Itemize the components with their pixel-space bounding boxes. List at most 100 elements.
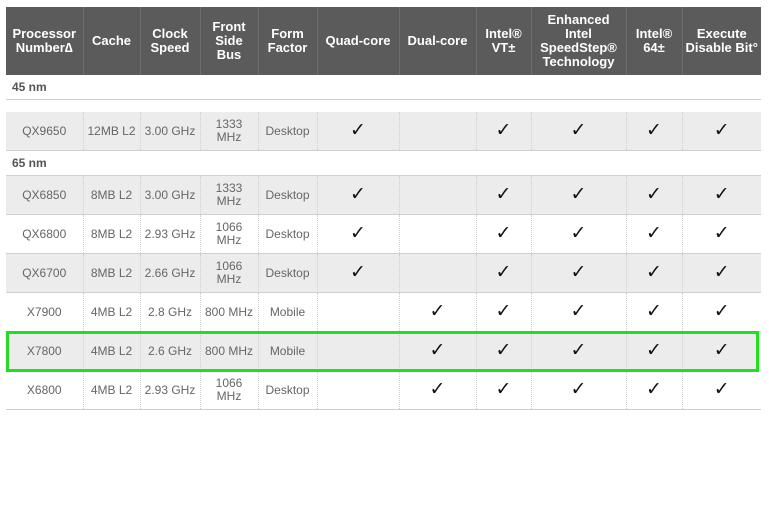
checkmark-icon: ✓ (713, 118, 730, 141)
checkmark-icon: ✓ (713, 260, 730, 283)
clock-speed-cell: 2.93 GHz (140, 214, 201, 254)
intel64-cell: ✓ (626, 370, 683, 410)
clock-speed-cell: 2.8 GHz (140, 292, 201, 332)
cache-cell: 8MB L2 (83, 175, 141, 215)
xd-cell: ✓ (682, 214, 761, 254)
cache-cell: 8MB L2 (83, 253, 141, 293)
form-factor-cell: Desktop (258, 370, 318, 410)
column-header-dual-core: Dual-core (399, 7, 477, 75)
processor-number-cell: QX9650 (6, 112, 84, 151)
xd-cell: ✓ (682, 370, 761, 410)
xd-cell: ✓ (682, 253, 761, 293)
speedstep-cell: ✓ (531, 292, 627, 332)
checkmark-icon: ✓ (495, 299, 512, 322)
checkmark-icon: ✓ (713, 221, 730, 244)
column-header-form-factor: Form Factor (258, 7, 318, 75)
form-factor-cell: Desktop (258, 175, 318, 215)
vt-cell: ✓ (476, 253, 532, 293)
speedstep-cell: ✓ (531, 112, 627, 151)
checkmark-icon: ✓ (570, 299, 587, 322)
fsb-cell: 800 MHz (200, 331, 259, 371)
checkmark-icon: ✓ (350, 221, 366, 244)
column-header-processor-number: Processor Number∆ (6, 7, 84, 75)
intel64-cell: ✓ (626, 253, 683, 293)
dual-core-cell: ✓ (399, 331, 477, 371)
dual-core-cell: ✓ (399, 370, 477, 410)
xd-cell: ✓ (682, 331, 761, 371)
header-row: Processor Number∆ Cache Clock Speed Front S… (6, 7, 761, 75)
checkmark-icon: ✓ (570, 221, 587, 244)
quad-core-cell: ✓ (317, 175, 400, 215)
intel64-cell: ✓ (626, 175, 683, 215)
processor-comparison-table: Processor Number∆ Cache Clock Speed Front S… (6, 7, 761, 410)
checkmark-icon: ✓ (570, 118, 587, 141)
processor-number-cell: X7800 (6, 331, 84, 371)
checkmark-icon: ✓ (350, 118, 366, 141)
group-row: 65 nm (6, 150, 761, 176)
dual-core-cell (399, 214, 477, 254)
cache-cell: 4MB L2 (83, 292, 141, 332)
intel64-cell: ✓ (626, 214, 683, 254)
table-row: QX9650 12MB L2 3.00 GHz 1333 MHz Desktop ✓ ✓ ✓ ✓… (6, 112, 761, 151)
group-row: 45 nm (6, 75, 761, 100)
speedstep-cell: ✓ (531, 214, 627, 254)
checkmark-icon: ✓ (646, 377, 662, 400)
vt-cell: ✓ (476, 214, 532, 254)
checkmark-icon: ✓ (495, 377, 512, 400)
spacer-cell (6, 99, 761, 112)
group-label: 65 nm (6, 150, 761, 176)
vt-cell: ✓ (476, 112, 532, 151)
speedstep-cell: ✓ (531, 370, 627, 410)
cache-cell: 12MB L2 (83, 112, 141, 151)
checkmark-icon: ✓ (429, 299, 446, 322)
fsb-cell: 800 MHz (200, 292, 259, 332)
processor-number-cell: QX6700 (6, 253, 84, 293)
xd-cell: ✓ (682, 112, 761, 151)
column-header-intel-64: Intel® 64± (626, 7, 683, 75)
checkmark-icon: ✓ (495, 221, 512, 244)
checkmark-icon: ✓ (646, 338, 662, 361)
column-header-cache: Cache (83, 7, 141, 75)
table-row: X7900 4MB L2 2.8 GHz 800 MHz Mobile ✓ ✓ ✓ ✓ ✓ (6, 292, 761, 332)
column-header-front-side-bus: Front Side Bus (200, 7, 259, 75)
group-label: 45 nm (6, 75, 761, 100)
checkmark-icon: ✓ (646, 299, 662, 322)
quad-core-cell (317, 292, 400, 332)
clock-speed-cell: 2.93 GHz (140, 370, 201, 410)
checkmark-icon: ✓ (570, 182, 587, 205)
checkmark-icon: ✓ (646, 182, 662, 205)
fsb-cell: 1333 MHz (200, 112, 259, 151)
processor-number-cell: X7900 (6, 292, 84, 332)
vt-cell: ✓ (476, 175, 532, 215)
form-factor-cell: Desktop (258, 112, 318, 151)
column-header-quad-core: Quad-core (317, 7, 400, 75)
processor-comparison-container: Processor Number∆ Cache Clock Speed Front S… (6, 7, 761, 410)
fsb-cell: 1066 MHz (200, 214, 259, 254)
spacer-row (6, 99, 761, 112)
speedstep-cell: ✓ (531, 253, 627, 293)
fsb-cell: 1333 MHz (200, 175, 259, 215)
intel64-cell: ✓ (626, 331, 683, 371)
column-header-clock-speed: Clock Speed (140, 7, 201, 75)
quad-core-cell: ✓ (317, 112, 400, 151)
checkmark-icon: ✓ (646, 221, 662, 244)
column-header-intel-vt: Intel® VT± (476, 7, 532, 75)
vt-cell: ✓ (476, 370, 532, 410)
clock-speed-cell: 2.6 GHz (140, 331, 201, 371)
dual-core-cell (399, 112, 477, 151)
checkmark-icon: ✓ (495, 118, 512, 141)
fsb-cell: 1066 MHz (200, 370, 259, 410)
checkmark-icon: ✓ (646, 118, 662, 141)
xd-cell: ✓ (682, 175, 761, 215)
table-row: QX6700 8MB L2 2.66 GHz 1066 MHz Desktop ✓ ✓ ✓ ✓ ✓ (6, 253, 761, 293)
cache-cell: 8MB L2 (83, 214, 141, 254)
table-body: 45 nm QX9650 12MB L2 3.00 GHz 1333 MHz Deskto… (6, 75, 761, 410)
form-factor-cell: Desktop (258, 214, 318, 254)
form-factor-cell: Mobile (258, 331, 318, 371)
cache-cell: 4MB L2 (83, 370, 141, 410)
table-row: QX6850 8MB L2 3.00 GHz 1333 MHz Desktop ✓ ✓ ✓ ✓ ✓ (6, 175, 761, 215)
processor-number-cell: X6800 (6, 370, 84, 410)
processor-number-cell: QX6850 (6, 175, 84, 215)
checkmark-icon: ✓ (713, 338, 730, 361)
quad-core-cell (317, 331, 400, 371)
